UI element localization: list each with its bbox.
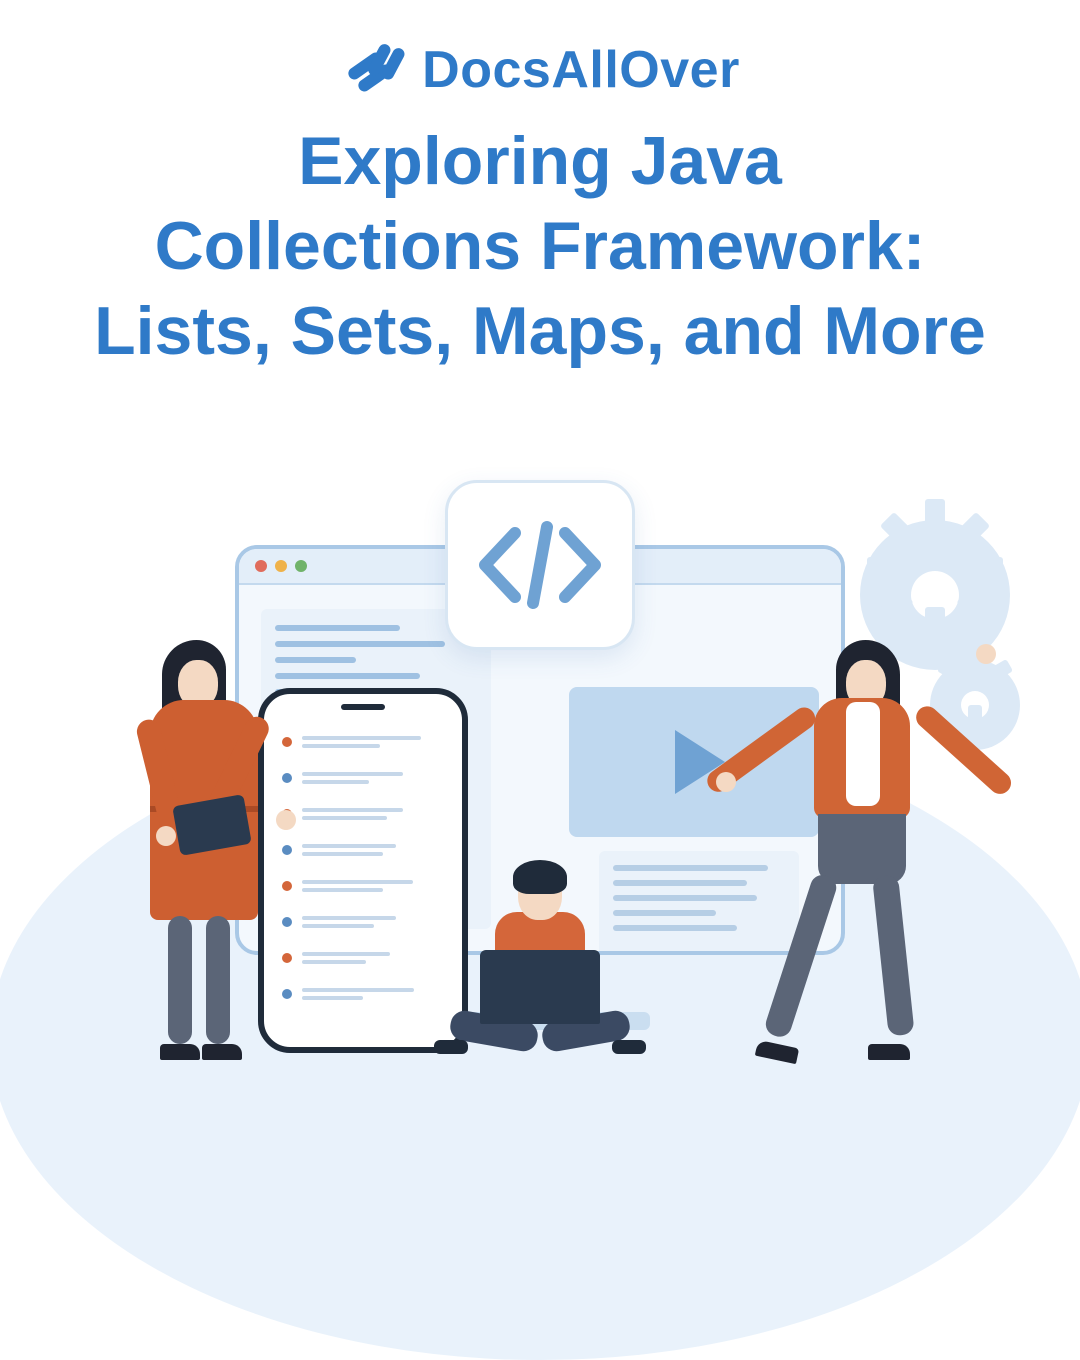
list-item [282,948,444,968]
list-item [282,912,444,932]
laptop-icon [480,950,600,1024]
list-item [282,984,444,1004]
bullet-icon [282,737,292,747]
bullet-icon [282,773,292,783]
brand-logo-icon [340,38,410,101]
traffic-light-close-icon [255,560,267,572]
title-line-1: Exploring Java [298,123,782,199]
title-line-3: Lists, Sets, Maps, and More [94,293,986,369]
brand-name: DocsAllOver [422,40,740,100]
page-title: Exploring Java Collections Framework: Li… [0,119,1080,374]
hero-illustration [0,460,1080,1080]
brand: DocsAllOver [340,38,740,101]
list-item [282,732,444,752]
code-brackets-icon [475,515,605,615]
traffic-light-zoom-icon [295,560,307,572]
phone-notch [341,704,385,710]
list-item [282,768,444,788]
bullet-icon [282,989,292,999]
header: DocsAllOver [0,0,1080,101]
list-item [282,804,444,824]
person-woman-left [128,640,278,1060]
code-badge [445,480,635,650]
list-item [282,840,444,860]
bullet-icon [282,917,292,927]
person-woman-right [750,640,950,1060]
person-sitting [440,860,640,1060]
title-line-2: Collections Framework: [155,208,926,284]
traffic-light-minimize-icon [275,560,287,572]
list-item [282,876,444,896]
bullet-icon [282,953,292,963]
bullet-icon [282,881,292,891]
bullet-icon [282,845,292,855]
phone-mockup [258,688,468,1053]
